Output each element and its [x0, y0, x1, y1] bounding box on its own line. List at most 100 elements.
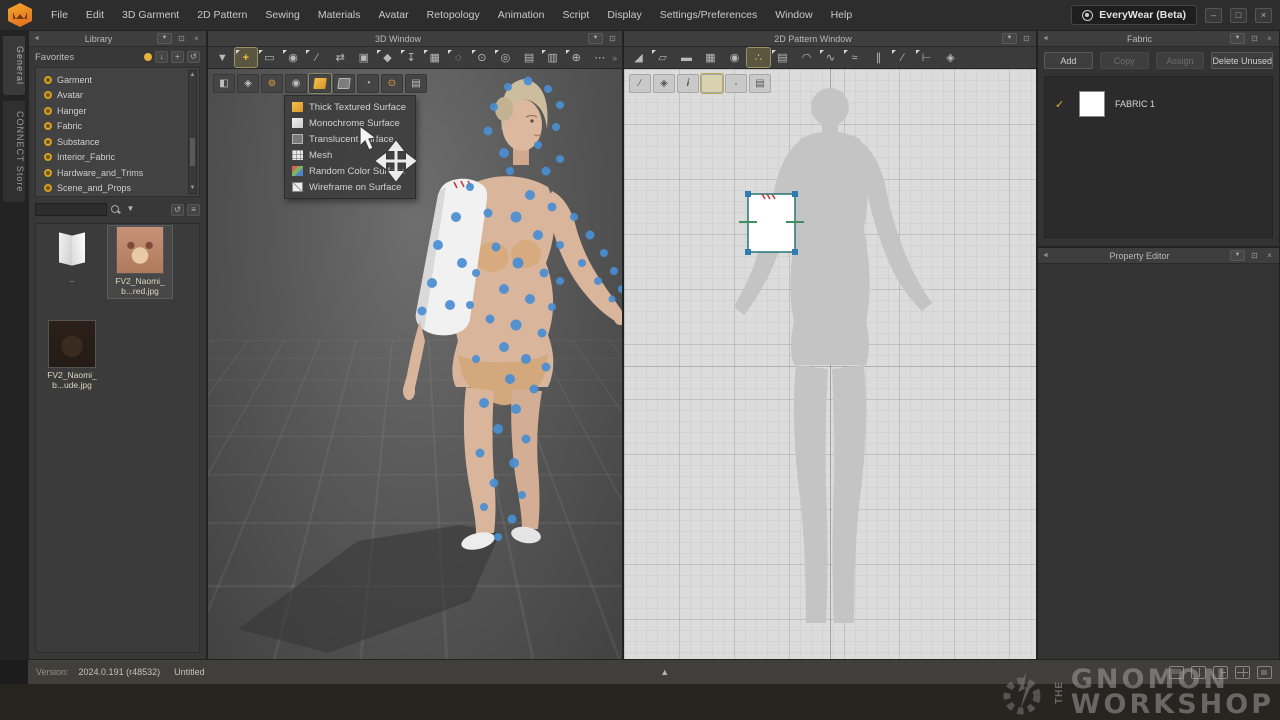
statusbar-collapse-icon[interactable]: ▲ — [660, 667, 669, 677]
library-search-input[interactable] — [35, 203, 107, 216]
2d-viewport[interactable]: ∕ ◈ i ▤ — [624, 69, 1036, 659]
menu-animation[interactable]: Animation — [489, 4, 554, 26]
fold-arrangement-icon[interactable]: ▣ — [353, 48, 376, 67]
property-close-icon[interactable]: × — [1264, 251, 1275, 260]
files-refresh-icon[interactable]: ↺ — [171, 204, 184, 216]
pin-icon[interactable]: ◉ — [282, 48, 305, 67]
fabric-delete-unused-button[interactable]: Delete Unused — [1211, 52, 1273, 69]
library-item-garment[interactable]: Garment — [44, 72, 185, 88]
menu-help[interactable]: Help — [822, 4, 862, 26]
flatten-icon[interactable]: ↧ — [400, 48, 423, 67]
layout-custom-view-icon[interactable] — [1257, 666, 1272, 679]
swap-arrangement-icon[interactable]: ⇄ — [329, 48, 352, 67]
toolbar-overflow-icon[interactable]: » — [612, 53, 619, 63]
menu-settings-preferences[interactable]: Settings/Preferences — [651, 4, 766, 26]
transform-pattern-icon[interactable]: ▭ — [258, 48, 281, 67]
show-garment-icon[interactable]: ◈ — [237, 74, 259, 93]
menu-edit[interactable]: Edit — [77, 4, 113, 26]
close-button[interactable]: × — [1255, 8, 1272, 23]
2d-window-dropdown-icon[interactable]: ▼ — [1002, 33, 1017, 44]
search-filter-dropdown-icon[interactable]: ▼ — [124, 204, 137, 216]
folder-up-item[interactable]: .. — [40, 230, 104, 284]
menu-item-thick-textured-surface[interactable]: Thick Textured Surface — [285, 99, 415, 115]
3d-window-dropdown-icon[interactable]: ▼ — [588, 33, 603, 44]
file-item-naomi-red[interactable]: FV2_Naomi_ b...red.jpg — [108, 226, 172, 298]
library-item-scene-and-props[interactable]: Scene_and_Props — [44, 181, 185, 197]
list-view-icon[interactable]: ≡ — [187, 204, 200, 216]
menu-sewing[interactable]: Sewing — [256, 4, 308, 26]
fabric-assign-button[interactable]: Assign — [1156, 52, 1205, 69]
property-undock-icon[interactable]: ⊡ — [1249, 251, 1260, 260]
library-add-icon[interactable]: + — [171, 51, 184, 63]
layout-two-view-icon[interactable] — [1191, 666, 1206, 679]
simulate-icon[interactable]: ▼ — [211, 48, 234, 67]
layout-single-view-icon[interactable] — [1169, 666, 1184, 679]
2d-window-undock-icon[interactable]: ⊡ — [1021, 34, 1032, 43]
grading-icon[interactable]: ▤ — [771, 48, 794, 67]
property-dropdown-icon[interactable]: ▼ — [1230, 250, 1245, 261]
add-image-icon[interactable]: ▦ — [699, 48, 722, 67]
menu-materials[interactable]: Materials — [309, 4, 370, 26]
segment-sewing-icon[interactable]: ∿ — [819, 48, 842, 67]
avatar-tape-icon[interactable]: ◆ — [376, 48, 399, 67]
library-dropdown-icon[interactable]: ▼ — [157, 33, 172, 44]
panel-pin-icon[interactable]: ◄ — [1042, 252, 1049, 259]
avatar-texture-icon[interactable]: ⊙ — [381, 74, 403, 93]
menu-display[interactable]: Display — [598, 4, 650, 26]
3d-window-undock-icon[interactable]: ⊡ — [607, 34, 618, 43]
search-icon[interactable] — [110, 204, 121, 215]
grid-texture-icon[interactable]: ▦ — [423, 48, 446, 67]
library-item-hardware-and-trims[interactable]: Hardware_and_Trims — [44, 165, 185, 181]
tab-connect-store[interactable]: CONNECT Store — [3, 101, 25, 202]
menu-2d-pattern[interactable]: 2D Pattern — [188, 4, 256, 26]
library-item-hanger[interactable]: Hanger — [44, 103, 185, 119]
library-import-icon[interactable]: ↓ — [155, 51, 168, 63]
fabric-undock-icon[interactable]: ⊡ — [1249, 34, 1260, 43]
add-rectangle-icon[interactable]: ▬ — [675, 48, 698, 67]
translucent-pattern-icon[interactable] — [725, 74, 747, 93]
scissors-icon[interactable]: ◌ — [447, 48, 470, 67]
library-item-fabric[interactable]: Fabric — [44, 119, 185, 135]
file-item-naomi-nude[interactable]: FV2_Naomi_ b...ude.jpg — [40, 320, 104, 390]
menu-file[interactable]: File — [42, 4, 77, 26]
avatar-skin-icon[interactable]: ◔ — [357, 74, 379, 93]
everywear-beta-button[interactable]: EveryWear (Beta) — [1071, 5, 1197, 25]
fabric-copy-button[interactable]: Copy — [1100, 52, 1149, 69]
layout-mixed-view-icon[interactable] — [1213, 666, 1228, 679]
menu-retopology[interactable]: Retopology — [418, 4, 489, 26]
free-sewing-icon[interactable]: ≈ — [843, 48, 866, 67]
render-icon[interactable]: ▤ — [405, 74, 427, 93]
iron-icon[interactable]: ◠ — [795, 48, 818, 67]
menu-item-wireframe-on-surface[interactable]: Wireframe on Surface — [285, 179, 415, 195]
menu-avatar[interactable]: Avatar — [369, 4, 417, 26]
hide-garment-icon[interactable]: ◧ — [213, 74, 235, 93]
pattern-piece[interactable] — [736, 185, 826, 275]
brush-icon[interactable]: ⊙ — [471, 48, 494, 67]
menu-script[interactable]: Script — [553, 4, 598, 26]
select-move-icon[interactable]: + — [235, 48, 258, 67]
pattern-outline-icon[interactable]: ◈ — [653, 74, 675, 93]
library-item-interior-fabric[interactable]: Interior_Fabric — [44, 150, 185, 166]
measure-icon[interactable]: ▥ — [541, 48, 564, 67]
transform-pattern-2d-icon[interactable]: ◢ — [627, 48, 650, 67]
minimize-button[interactable]: – — [1205, 8, 1222, 23]
edit-pattern-icon[interactable]: ▱ — [651, 48, 674, 67]
stylus-icon[interactable]: ⋯ — [589, 48, 612, 67]
sewing-edit-icon[interactable]: ∕ — [305, 48, 328, 67]
solidify-icon[interactable]: ▤ — [518, 48, 541, 67]
3d-viewport[interactable]: ◧ ◈ ⊚ ◉ ◔ ⊙ ▤ Thick Textured Surface Mon… — [208, 69, 622, 659]
show-garment-2d-icon[interactable]: ◈ — [939, 48, 962, 67]
library-scrollbar[interactable]: ▲▼ — [188, 70, 197, 194]
library-close-icon[interactable]: × — [191, 34, 202, 43]
panel-pin-icon[interactable]: ◄ — [1042, 35, 1049, 42]
gizmo-icon[interactable]: ◎ — [494, 48, 517, 67]
fabric-list-item[interactable]: ✓ FABRIC 1 — [1045, 87, 1272, 121]
pin-2d-icon[interactable]: ◉ — [723, 48, 746, 67]
menu-window[interactable]: Window — [766, 4, 821, 26]
clo-logo-icon[interactable] — [8, 3, 32, 27]
textured-pattern-icon[interactable] — [701, 74, 723, 93]
sync-pattern-icon[interactable]: ⊚ — [261, 74, 283, 93]
pleats-icon[interactable]: ∥ — [867, 48, 890, 67]
fabric-close-icon[interactable]: × — [1264, 34, 1275, 43]
library-item-avatar[interactable]: Avatar — [44, 88, 185, 104]
